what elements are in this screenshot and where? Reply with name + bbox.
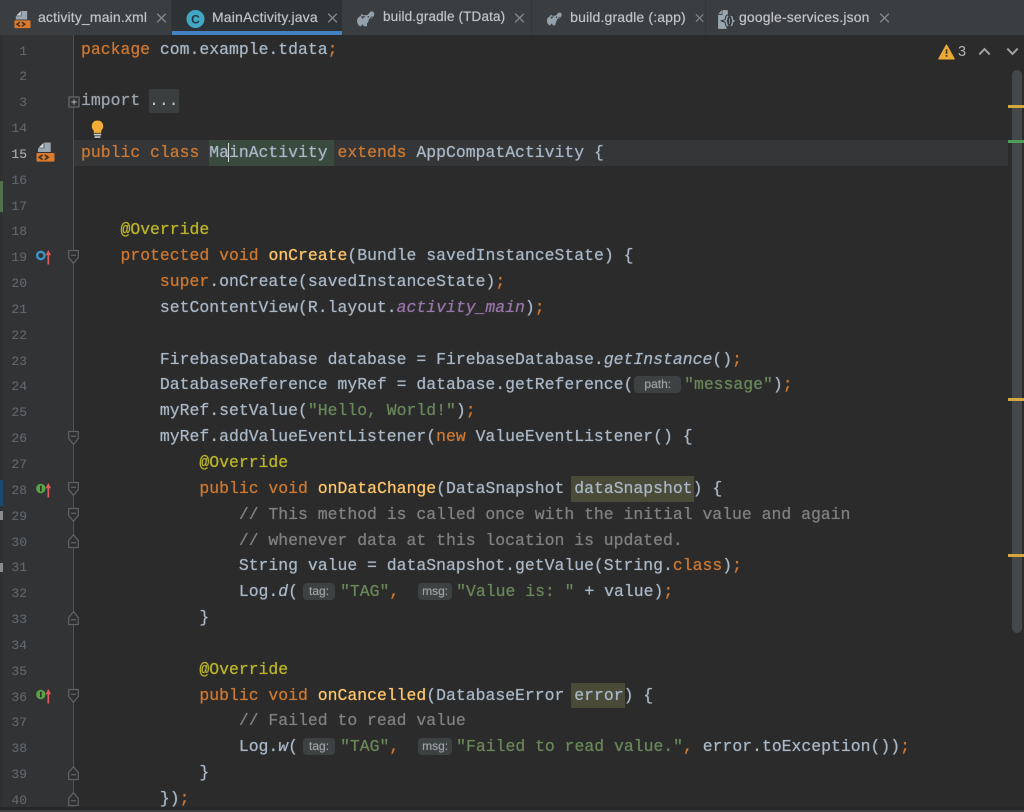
svg-text:C: C <box>191 12 200 26</box>
